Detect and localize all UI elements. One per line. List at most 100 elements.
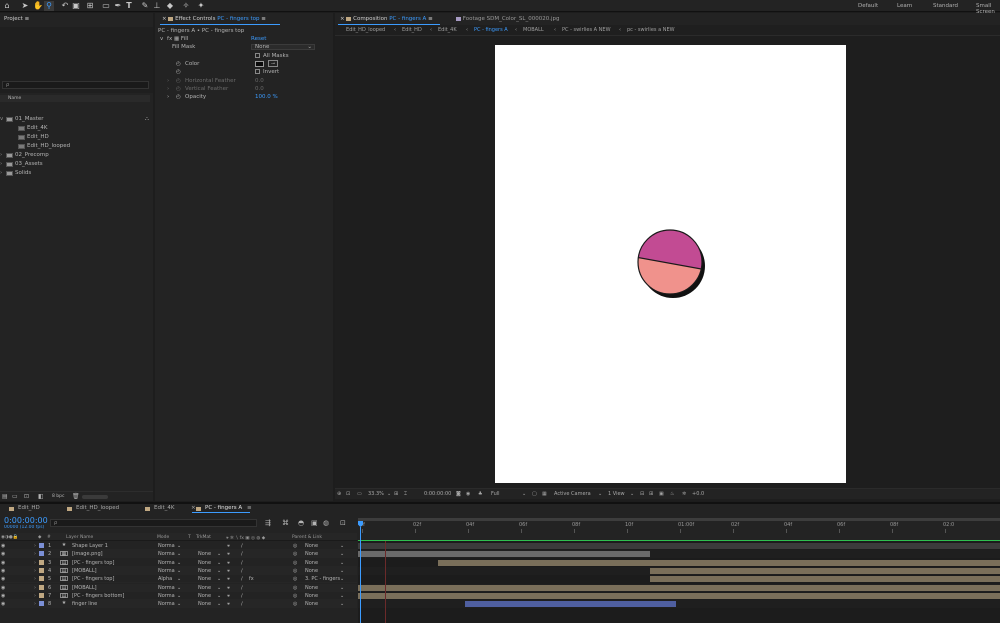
- workspace-default[interactable]: Default: [858, 3, 878, 9]
- project-scrollbar[interactable]: [82, 495, 108, 499]
- new-comp-icon[interactable]: ⊡: [24, 493, 29, 500]
- layer-row[interactable]: ◉ › 5 ▤ [PC - fingers top] Alpha ⌄ None ⌄ ⚹ ∕ ◎ 3. P…: [0, 575, 357, 584]
- stopwatch-icon[interactable]: ◴: [176, 60, 181, 68]
- show-channel-icon[interactable]: ◉: [466, 491, 470, 497]
- visibility-eye-icon[interactable]: ◉: [1, 600, 5, 608]
- motion-blur-icon[interactable]: ◍: [323, 519, 329, 527]
- layer-mode-dropdown[interactable]: Norma: [158, 600, 175, 608]
- layer-row[interactable]: ◉ › 7 ▤ [PC - fingers bottom] Norma ⌄ None ⌄ ⚹ ∕ ◎ N…: [0, 591, 357, 600]
- quality-switch-icon[interactable]: ∕: [241, 592, 243, 600]
- composition-canvas[interactable]: [495, 45, 846, 483]
- flowchart-icon[interactable]: ⛬: [145, 115, 149, 124]
- label-color-swatch[interactable]: [39, 543, 44, 548]
- layer-duration-bar[interactable]: [650, 576, 1000, 583]
- timeline-search-input[interactable]: ρ: [50, 519, 257, 527]
- layer-name[interactable]: Shape Layer 1: [72, 542, 108, 550]
- visibility-eye-icon[interactable]: ◉: [1, 559, 5, 567]
- label-color-swatch[interactable]: [39, 584, 44, 590]
- rotation-tool-icon[interactable]: ↶: [60, 1, 70, 11]
- effect-controls-tab[interactable]: × Effect Controls PC - fingers top ≡: [162, 16, 266, 22]
- camera-dropdown[interactable]: Active Camera: [554, 491, 591, 497]
- pickwhip-icon[interactable]: ◎: [293, 584, 297, 592]
- trkmat-dropdown[interactable]: None: [198, 584, 211, 592]
- disclosure-triangle-icon[interactable]: ›: [167, 93, 169, 101]
- work-area-bar[interactable]: [358, 518, 1000, 521]
- toggle-pixel-icon[interactable]: ⊟: [640, 491, 644, 497]
- frame-blending-icon[interactable]: ▣: [311, 519, 318, 527]
- color-channel-icon[interactable]: ♣: [478, 491, 482, 497]
- quality-switch-icon[interactable]: ∕: [241, 550, 243, 558]
- layer-name[interactable]: [MOBALL]: [72, 567, 97, 575]
- disclosure-triangle-icon[interactable]: ›: [0, 160, 2, 169]
- layer-row[interactable]: ◉ › 4 ▤ [MOBALL] Norma ⌄ None ⌄ ⚹ ∕ ◎ None ⌄: [0, 566, 357, 575]
- hide-shy-layers-icon[interactable]: ◓: [298, 519, 304, 527]
- interpret-footage-icon[interactable]: ▤: [2, 493, 8, 500]
- layer-duration-bar[interactable]: [437, 559, 1000, 566]
- composition-breadcrumb[interactable]: pc - swirlies a NEW: [627, 27, 675, 33]
- label-color-swatch[interactable]: [39, 576, 44, 582]
- trkmat-column-label[interactable]: TrkMat: [196, 535, 211, 540]
- layer-row[interactable]: ◉ › 3 ▤ [PC - fingers top] Norma ⌄ None ⌄ ⚹ ∕ ◎ None…: [0, 558, 357, 567]
- invert-checkbox[interactable]: [255, 69, 260, 74]
- project-item[interactable]: Edit_4K: [0, 124, 150, 133]
- disclosure-triangle-icon[interactable]: ›: [167, 85, 169, 93]
- composition-breadcrumb[interactable]: PC - fingers A: [474, 27, 508, 33]
- comp-flowchart-icon[interactable]: ♨: [670, 491, 674, 497]
- layer-name-column-label[interactable]: Layer Name: [66, 535, 93, 540]
- puppet-tool-icon[interactable]: ✦: [196, 1, 206, 11]
- stopwatch-icon[interactable]: ◴: [176, 68, 181, 76]
- reset-button[interactable]: Reset: [251, 35, 266, 43]
- project-item[interactable]: Edit_HD_looped: [0, 142, 150, 151]
- parent-dropdown[interactable]: 3. PC - fingers: [305, 575, 340, 583]
- quality-switch-icon[interactable]: ∕: [241, 542, 243, 550]
- project-item[interactable]: Edit_HD: [0, 133, 150, 142]
- label-color-swatch[interactable]: [39, 559, 44, 565]
- expand-triangle-icon[interactable]: ›: [34, 584, 36, 592]
- layer-mode-dropdown[interactable]: Norma: [158, 559, 175, 567]
- workspace-learn[interactable]: Learn: [897, 3, 912, 9]
- parent-column-label[interactable]: Parent & Link: [292, 535, 322, 540]
- layer-name[interactable]: [PC - fingers top]: [72, 559, 114, 567]
- footage-tab[interactable]: Footage SDM_Color_SL_000020.jpg: [456, 16, 560, 22]
- safe-margins-icon[interactable]: ⊞: [394, 491, 398, 497]
- project-item[interactable]: › 03_Assets: [0, 160, 150, 169]
- parent-dropdown[interactable]: None: [305, 600, 318, 608]
- all-masks-checkbox[interactable]: [255, 53, 260, 58]
- layer-mode-dropdown[interactable]: Norma: [158, 550, 175, 558]
- composition-breadcrumb[interactable]: MOBALL: [523, 27, 544, 33]
- zoom-dropdown[interactable]: 33.3%: [368, 491, 384, 497]
- quality-switch-icon[interactable]: ∕: [241, 584, 243, 592]
- parent-dropdown[interactable]: None: [305, 542, 318, 550]
- visibility-eye-icon[interactable]: ◉: [1, 567, 5, 575]
- panel-menu-icon[interactable]: ≡: [247, 505, 252, 511]
- project-item[interactable]: › Solids: [0, 169, 150, 178]
- visibility-eye-icon[interactable]: ◉: [1, 542, 5, 550]
- layer-duration-bar[interactable]: [464, 601, 676, 608]
- panel-menu-icon[interactable]: ≡: [428, 16, 433, 22]
- layer-duration-bar[interactable]: [358, 592, 1000, 599]
- layer-name[interactable]: [image.png]: [72, 550, 103, 558]
- stopwatch-icon[interactable]: ◴: [176, 93, 181, 101]
- layer-row[interactable]: ◉ › 8 ★ finger line Norma ⌄ None ⌄ ⚹ ∕ ◎ None ⌄: [0, 600, 357, 609]
- bpc-label[interactable]: 8 bpc: [52, 494, 64, 499]
- comp-mini-flowchart-icon[interactable]: ⇶: [265, 519, 271, 527]
- quality-switch-icon[interactable]: ∕: [241, 575, 243, 583]
- selection-tool-icon[interactable]: ➤: [20, 1, 30, 11]
- label-color-swatch[interactable]: [39, 592, 44, 598]
- opacity-value[interactable]: 100.0 %: [255, 93, 278, 101]
- disclosure-triangle-icon[interactable]: ›: [167, 77, 169, 85]
- horizontal-feather-value[interactable]: 0.0: [255, 77, 264, 85]
- pickwhip-icon[interactable]: ◎: [293, 592, 297, 600]
- disclosure-triangle-icon[interactable]: v: [160, 36, 163, 42]
- quality-switch-icon[interactable]: ∕: [241, 559, 243, 567]
- pickwhip-icon[interactable]: ◎: [293, 559, 297, 567]
- parent-dropdown[interactable]: None: [305, 567, 318, 575]
- panel-menu-icon[interactable]: ≡: [261, 16, 266, 22]
- layer-mode-dropdown[interactable]: Norma: [158, 592, 175, 600]
- stopwatch-icon[interactable]: ◴: [176, 85, 181, 93]
- layer-row[interactable]: ◉ › 6 ▤ [MOBALL] Norma ⌄ None ⌄ ⚹ ∕ ◎ None ⌄: [0, 583, 357, 592]
- shy-switch-icon[interactable]: ⚹: [227, 550, 230, 558]
- camera-tool-icon[interactable]: ▣: [71, 1, 81, 11]
- pan-behind-tool-icon[interactable]: ⊞: [85, 1, 95, 11]
- grid-icon[interactable]: ⌶: [404, 491, 407, 497]
